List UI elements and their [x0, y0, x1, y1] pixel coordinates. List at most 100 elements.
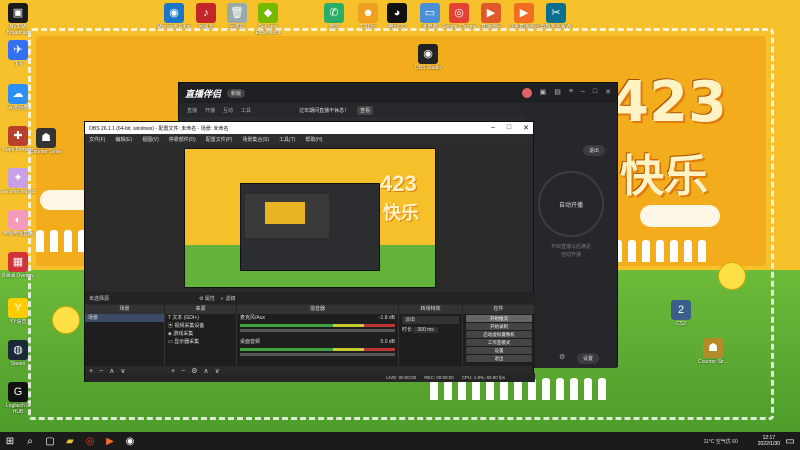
- desktop-icon[interactable]: ▣ NVIDIA Broadcast: [0, 3, 36, 36]
- app-icon: ◍: [8, 340, 28, 360]
- app-icon: ☗: [36, 128, 56, 148]
- desktop-icon[interactable]: ◉ Microsoft Edge: [156, 3, 192, 36]
- maximize-icon[interactable]: □: [593, 88, 597, 98]
- scene-item[interactable]: 场景: [85, 314, 164, 322]
- desktop-icon[interactable]: ◐ 哔哩哔哩直播: [0, 210, 36, 243]
- controls-dock: 开始推流 开始录制 启动虚拟摄像机 工作室模式 设置 退出: [463, 314, 535, 366]
- menu-scene-collection[interactable]: 场景集合(S): [242, 136, 269, 143]
- subnav-item[interactable]: 互动: [223, 107, 233, 114]
- subnav-item[interactable]: 工具: [241, 107, 251, 114]
- clock[interactable]: 12:17 2022/1/30: [758, 435, 780, 447]
- chrome-icon[interactable]: ◎: [80, 432, 100, 450]
- desktop-icon[interactable]: G Logitech G HUB: [0, 382, 36, 415]
- source-item[interactable]: ◈ 游戏采集: [165, 330, 236, 338]
- preview-nested-obs: [245, 194, 329, 238]
- transition-select[interactable]: 淡出: [402, 316, 459, 324]
- minimize-icon[interactable]: –: [581, 88, 585, 98]
- dock-title-sources: 来源: [165, 305, 237, 314]
- menu-view[interactable]: 视图(V): [142, 136, 159, 143]
- settings-button[interactable]: 设置: [577, 353, 600, 364]
- menu-help[interactable]: 帮助(H): [305, 136, 322, 143]
- menu-profile[interactable]: 配置文件(P): [206, 136, 233, 143]
- subnav-item[interactable]: 直播: [187, 107, 197, 114]
- duration-input[interactable]: 300 ms: [413, 327, 438, 333]
- subnav-item[interactable]: 开播: [205, 107, 215, 114]
- desktop-icon[interactable]: ▶ 斗鱼直播伴侣: [506, 3, 542, 36]
- menu-tools[interactable]: 工具(T): [279, 136, 295, 143]
- desktop-icon[interactable]: Y YY语音: [0, 298, 36, 331]
- desktop-icon[interactable]: ✂ 剪映专业版 AI: [538, 3, 574, 36]
- notice-text: 过年期间直播不休息！: [299, 107, 350, 114]
- desktop-icon[interactable]: ▶ 直播伴侣: [473, 3, 509, 36]
- minimize-icon[interactable]: –: [491, 124, 495, 132]
- app-icon: ▦: [8, 252, 28, 272]
- source-item[interactable]: T 文本 (GDI+): [165, 314, 236, 322]
- close-icon[interactable]: ✕: [523, 124, 529, 132]
- preview-nested-window: [240, 183, 380, 271]
- avatar[interactable]: [521, 88, 532, 98]
- volume-slider[interactable]: [240, 329, 395, 332]
- menu-icon[interactable]: ≡: [569, 88, 573, 98]
- source-item[interactable]: ▣ 视频采集设备: [165, 322, 236, 330]
- windows-start-icon[interactable]: ⊞: [0, 432, 20, 450]
- obs-preview[interactable]: 423 快乐: [184, 148, 436, 288]
- auto-live-button[interactable]: 自动开播: [538, 171, 604, 237]
- virtual-camera-button[interactable]: 启动虚拟摄像机: [466, 331, 532, 338]
- desktop-icon[interactable]: ☁ 百度网盘: [0, 84, 36, 117]
- mixer-channel: 麦克风/Aux -1.8 dB: [237, 314, 398, 322]
- mixer-channel-name: 麦克风/Aux: [240, 315, 266, 321]
- app-icon: ✈: [8, 40, 28, 60]
- exit-button[interactable]: 退出: [466, 355, 532, 362]
- dock-headers: 场景 来源 混音器 转场特效 控件: [85, 305, 535, 314]
- filters-button[interactable]: ◐ 滤镜: [221, 295, 235, 302]
- desktop-icon[interactable]: ☗ Counter Strike: [28, 128, 64, 161]
- obs-taskbar-icon[interactable]: ◉: [120, 432, 140, 450]
- desktop-icon[interactable]: ◆ GeForce Experience: [250, 3, 286, 36]
- menu-edit[interactable]: 编辑(E): [115, 136, 132, 143]
- desktop-icon[interactable]: ◉ OBS Studio: [410, 44, 446, 77]
- start-streaming-button[interactable]: 开始推流: [466, 315, 532, 322]
- settings-button[interactable]: 设置: [466, 347, 532, 354]
- studio-mode-button[interactable]: 工作室模式: [466, 339, 532, 346]
- gift-icon[interactable]: ▣: [540, 88, 547, 98]
- close-icon[interactable]: ✕: [605, 88, 611, 98]
- livehelper-version-badge[interactable]: 新版: [227, 88, 246, 98]
- obs-menubar: 文件(F) 编辑(E) 视图(V) 停靠部件(D) 配置文件(P) 场景集合(S…: [85, 134, 533, 144]
- start-recording-button[interactable]: 开始录制: [466, 323, 532, 330]
- desktop-icon-label: 斗鱼直播伴侣: [508, 24, 539, 30]
- desktop-icon[interactable]: ◕ 腾讯QQ: [379, 3, 415, 36]
- volume-slider[interactable]: [240, 353, 395, 356]
- app-icon: ✂: [546, 3, 566, 23]
- search-icon[interactable]: ⌕: [20, 432, 40, 450]
- desktop-icon[interactable]: ◎ Google Chrome: [441, 3, 477, 36]
- dock-title-transitions: 转场特效: [399, 305, 463, 314]
- properties-button[interactable]: ⚙ 属性: [199, 295, 215, 302]
- desktop-icon-label: YY语音: [9, 319, 27, 325]
- app-icon: Y: [8, 298, 28, 318]
- task-view-icon[interactable]: ▢: [40, 432, 60, 450]
- desktop-icon[interactable]: ✆ 微信: [316, 3, 352, 36]
- file-explorer-icon[interactable]: ▰: [60, 432, 80, 450]
- exit-mode-button[interactable]: 退出: [583, 145, 606, 156]
- desktop-icon[interactable]: ✈ 飞书: [0, 40, 36, 73]
- maximize-icon[interactable]: □: [507, 124, 511, 132]
- desktop-icon[interactable]: ◍ Steam: [0, 340, 36, 373]
- desktop-icon[interactable]: 2 CS2: [663, 300, 699, 333]
- livehelper-taskbar-icon[interactable]: ▶: [100, 432, 120, 450]
- app-icon: ◐: [8, 210, 28, 230]
- obs-window[interactable]: OBS 26.1.1 (64-bit, windows) - 配置文件: 未命名…: [84, 121, 535, 382]
- source-item[interactable]: ▭ 显示器采集: [165, 338, 236, 346]
- menu-docks[interactable]: 停靠部件(D): [169, 136, 196, 143]
- duration-label: 时长: [402, 327, 413, 333]
- menu-file[interactable]: 文件(F): [89, 136, 105, 143]
- weather-widget[interactable]: 11°C 空气优 60: [704, 438, 738, 445]
- desktop-icon[interactable]: ☗ Counter-Str...: [695, 338, 731, 371]
- desktop-icon[interactable]: ✦ Genshin Impact: [0, 168, 36, 201]
- desktop-icon-label: CS2: [676, 321, 686, 327]
- scenes-dock: 场景: [85, 314, 165, 366]
- desktop-icon[interactable]: ▦ Bilibili Overlay: [0, 252, 36, 285]
- notification-icon[interactable]: ▭: [780, 432, 800, 450]
- gear-icon[interactable]: ⚙: [559, 353, 565, 361]
- notice-button[interactable]: 查看: [357, 105, 374, 115]
- chat-icon[interactable]: ▤: [554, 88, 561, 98]
